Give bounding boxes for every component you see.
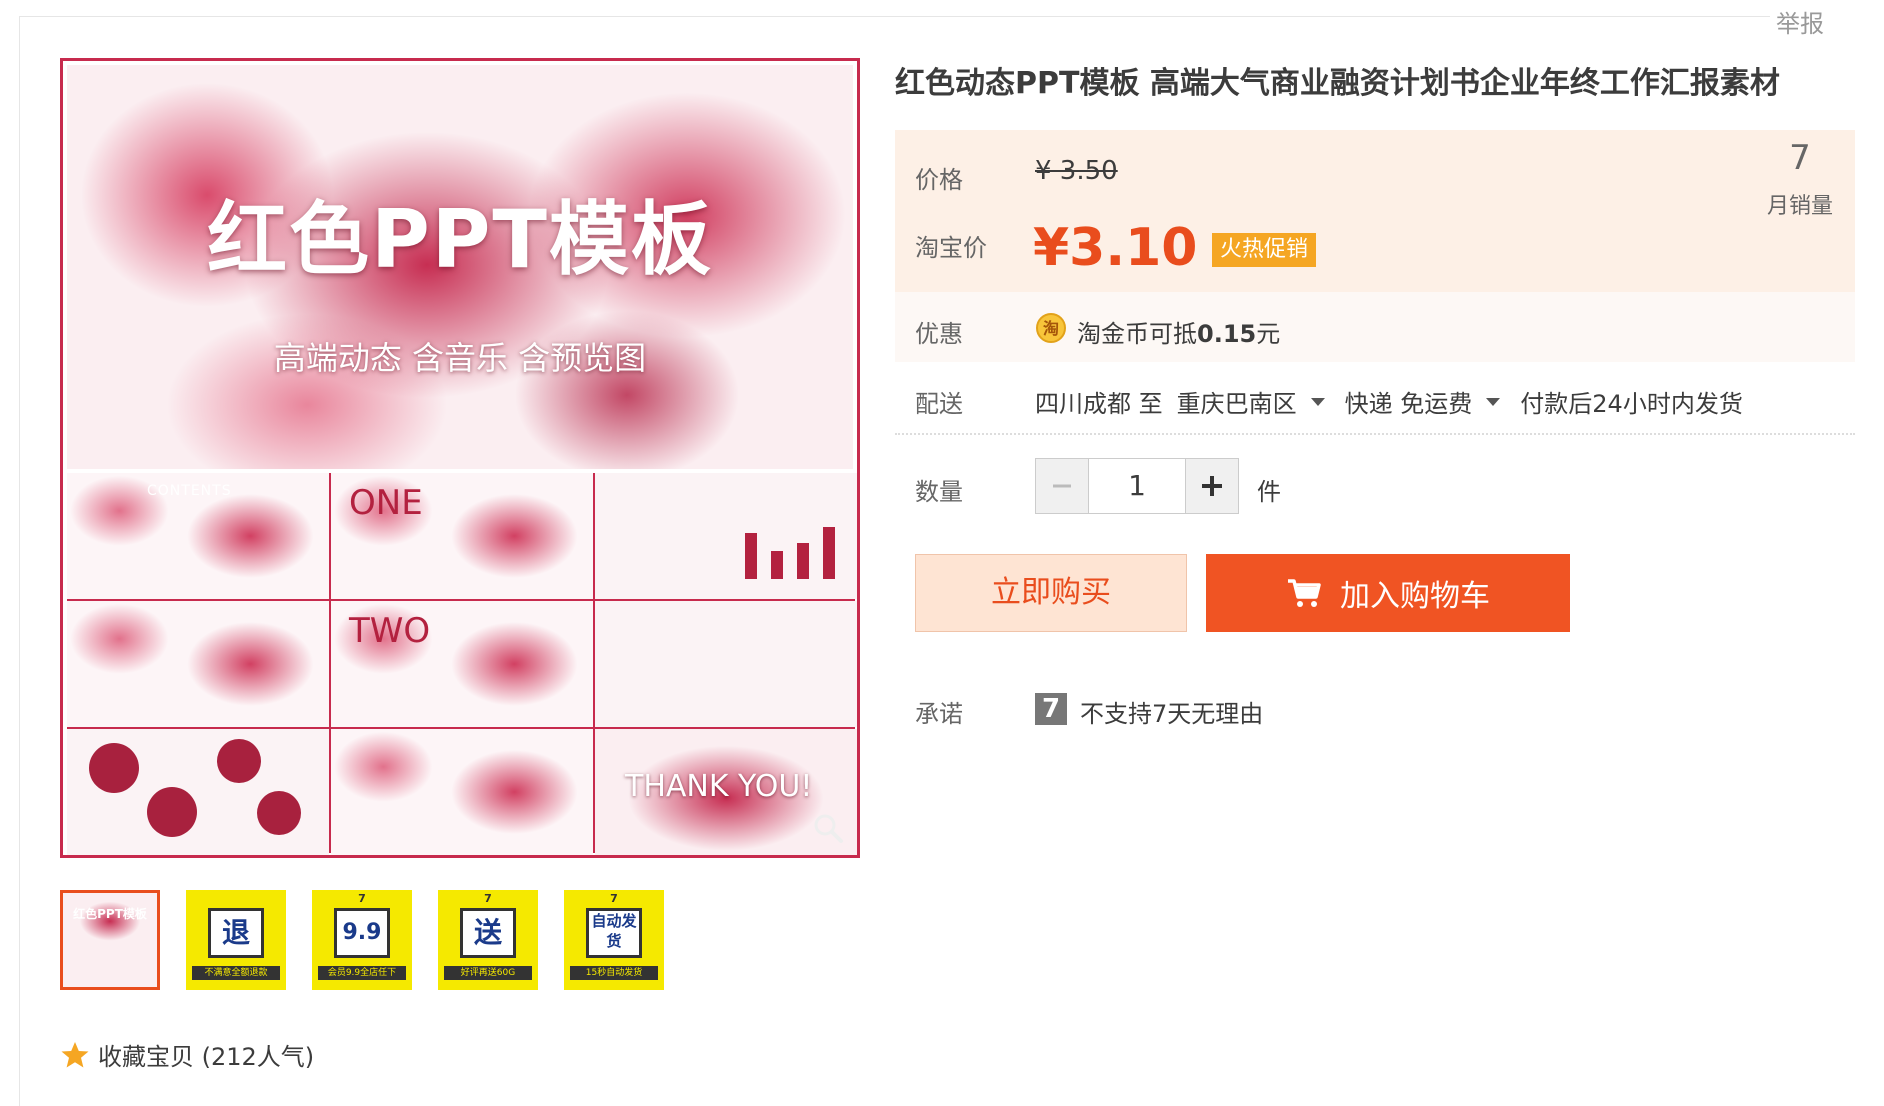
slide-bar [745, 533, 757, 579]
slide-circle [89, 743, 139, 793]
slide-circle [217, 739, 261, 783]
main-product-image[interactable]: 红色PPT模板 高端动态 含音乐 含预览图 CONTENTS ONE TWO T… [60, 58, 860, 858]
monthly-sales-label: 月销量 [1766, 194, 1833, 219]
refund-glyph: 退 [208, 908, 264, 958]
report-link[interactable]: 举报 [1776, 4, 1824, 39]
slide-one: ONE [331, 473, 593, 599]
monthly-sales-count: 7 [1789, 138, 1811, 178]
current-price: ¥3.10 [1033, 218, 1198, 278]
price-label: 价格 [915, 166, 963, 194]
promo-badge: 火热促销 [1212, 233, 1317, 267]
discount-suffix: 元 [1256, 320, 1281, 348]
add-to-cart-button[interactable]: 加入购物车 [1206, 554, 1570, 632]
slide-timeline [595, 601, 857, 727]
thumbnail-auto[interactable]: 7 自动发货 15秒自动发货 [564, 890, 664, 990]
taobao-price-label: 淘宝价 [915, 234, 987, 262]
vip-glyph: 9.9 [334, 908, 390, 958]
shipping-method: 快递 免运费 [1344, 390, 1473, 418]
frame-top-border [20, 16, 1770, 17]
svg-text:淘: 淘 [1043, 319, 1059, 338]
ship-time: 付款后24小时内发货 [1520, 390, 1743, 418]
chevron-down-icon [1310, 397, 1325, 406]
frame-left-border [19, 16, 20, 1106]
thumbnail-main-preview[interactable]: 红色PPT模板 [60, 890, 160, 990]
chevron-down-icon [1486, 397, 1501, 406]
slide-plan [331, 729, 593, 855]
discount-text: 淘金币可抵0.15元 [1077, 314, 1280, 349]
slide-contents: CONTENTS [67, 473, 329, 599]
gift-glyph: 送 [460, 908, 516, 958]
thumbnail-strip: 红色PPT模板 退 不满意全额退款 7 9.9 会员9.9全店任下 7 送 好评… [60, 890, 664, 990]
buy-now-button[interactable]: 立即购买 [915, 554, 1187, 632]
taojinbi-coin-icon: 淘 [1036, 313, 1066, 343]
divider [895, 433, 1855, 435]
slide-circle [257, 791, 301, 835]
thumbnail-top-mark: 7 [484, 892, 492, 905]
quantity-increase-button[interactable] [1186, 459, 1238, 513]
thumbnail-gift[interactable]: 7 送 好评再送60G [438, 890, 538, 990]
quantity-unit: 件 [1257, 478, 1281, 506]
slide-two-label: TWO [349, 611, 431, 651]
slide-preview-grid: CONTENTS ONE TWO THANK YOU! [67, 473, 857, 855]
slide-bar [797, 543, 809, 579]
slide-fashion [67, 601, 329, 727]
slide-circles [67, 729, 329, 855]
auto-glyph: 自动发货 [586, 908, 642, 958]
favorite-button[interactable]: 收藏宝贝 (212人气) [60, 1037, 314, 1072]
thumbnail-mini-title: 红色PPT模板 [73, 907, 147, 921]
discount-label: 优惠 [915, 320, 963, 348]
thumbnail-caption: 不满意全额退款 [192, 966, 280, 980]
promise-label: 承诺 [915, 700, 963, 728]
slide-thanks-label: THANK YOU! [625, 769, 813, 804]
delivery-destination-dropdown[interactable]: 重庆巴南区 [1177, 384, 1339, 419]
hero-title: 红色PPT模板 [207, 193, 713, 286]
slide-thanks: THANK YOU! [595, 729, 857, 855]
slide-two: TWO [331, 601, 593, 727]
product-title: 红色动态PPT模板 高端大气商业融资计划书企业年终工作汇报素材 [895, 66, 1780, 101]
promise-text: 不支持7天无理由 [1080, 700, 1264, 728]
plus-icon [1202, 476, 1222, 496]
quantity-input[interactable]: 1 [1088, 459, 1186, 513]
thumbnail-caption: 15秒自动发货 [570, 966, 658, 980]
thumbnail-caption: 会员9.9全店任下 [318, 966, 406, 980]
delivery-label: 配送 [915, 390, 963, 418]
thumbnail-top-mark: 7 [610, 892, 618, 905]
thumbnail-caption: 好评再送60G [444, 966, 532, 980]
discount-amount: 0.15 [1197, 320, 1257, 348]
zoom-icon[interactable] [811, 811, 845, 845]
slide-bar [771, 551, 783, 579]
quantity-decrease-button[interactable] [1036, 459, 1088, 513]
slide-circle [147, 787, 197, 837]
seven-day-icon: 7 [1035, 693, 1067, 725]
quantity-label: 数量 [915, 478, 963, 506]
discount-prefix: 淘金币可抵 [1077, 320, 1197, 348]
star-icon [61, 1041, 89, 1067]
slide-one-label: ONE [349, 483, 423, 523]
add-to-cart-label: 加入购物车 [1340, 579, 1490, 614]
slide-bar-chart [595, 473, 857, 599]
hero-banner: 红色PPT模板 高端动态 含音乐 含预览图 [67, 65, 853, 469]
slide-bars [745, 527, 835, 579]
thumbnail-vip[interactable]: 7 9.9 会员9.9全店任下 [312, 890, 412, 990]
minus-icon [1053, 484, 1071, 488]
thumbnail-top-mark: 7 [358, 892, 366, 905]
shipping-method-dropdown[interactable]: 快递 免运费 [1345, 384, 1515, 419]
quantity-stepper: 1 [1035, 458, 1239, 514]
original-price: ¥ 3.50 [1035, 156, 1118, 186]
thumbnail-refund[interactable]: 退 不满意全额退款 [186, 890, 286, 990]
slide-contents-label: CONTENTS [147, 483, 232, 499]
slide-bar [823, 527, 835, 579]
cart-icon [1288, 579, 1321, 607]
delivery-destination: 重庆巴南区 [1176, 390, 1297, 418]
delivery-info: 四川成都 至 重庆巴南区 快递 免运费 付款后24小时内发货 [1035, 384, 1743, 419]
favorite-label: 收藏宝贝 (212人气) [98, 1043, 315, 1071]
hero-subtitle: 高端动态 含音乐 含预览图 [273, 339, 647, 377]
delivery-from: 四川成都 至 [1035, 390, 1163, 418]
